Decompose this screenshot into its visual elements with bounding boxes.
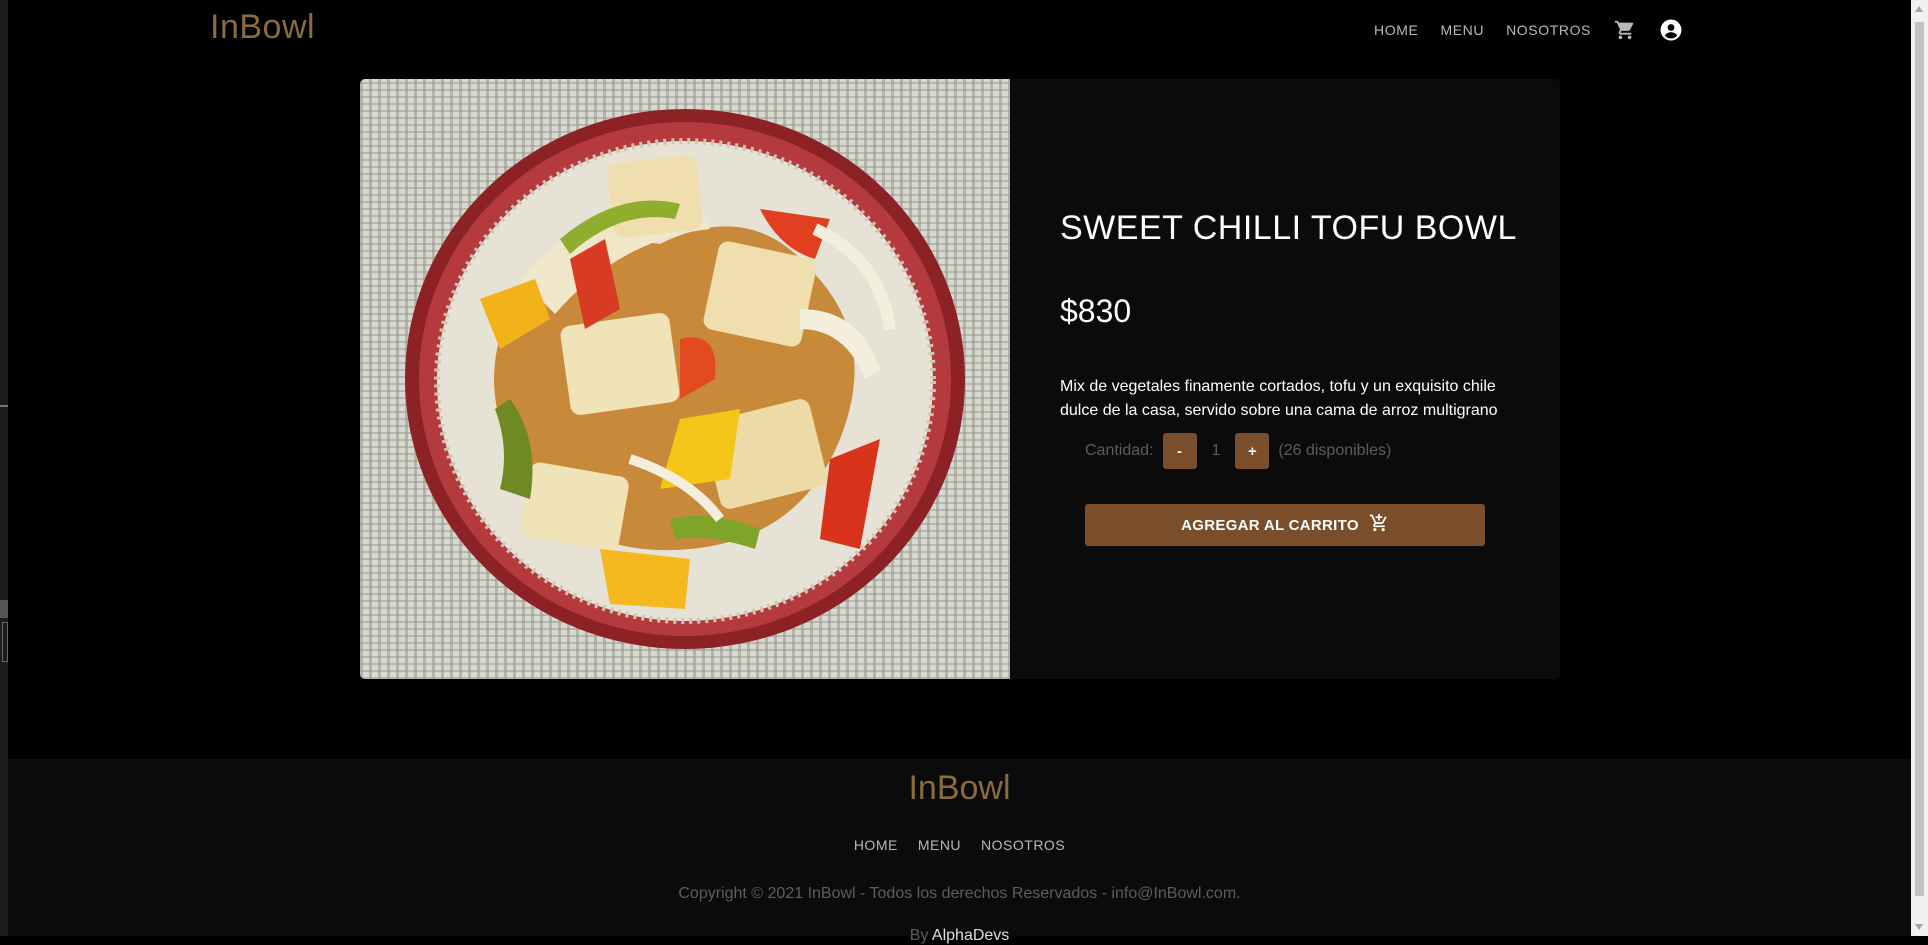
product-price: $830: [1060, 293, 1132, 329]
quantity-value: 1: [1211, 442, 1221, 459]
product-info: SWEET CHILLI TOFU BOWL $830 Mix de veget…: [1060, 79, 1520, 679]
increment-button[interactable]: +: [1235, 433, 1270, 469]
quantity-label: Cantidad:: [1085, 442, 1154, 459]
footer-link-nosotros[interactable]: NOSOTROS: [981, 837, 1065, 853]
footer-links: HOME MENU NOSOTROS: [8, 837, 1911, 853]
stock-available: (26 disponibles): [1278, 442, 1392, 459]
brand-logo[interactable]: InBowl: [210, 8, 315, 47]
vertical-scrollbar[interactable]: [1911, 0, 1928, 936]
nav-link-nosotros[interactable]: NOSOTROS: [1506, 22, 1591, 38]
quantity-selector: Cantidad: - 1 + (26 disponibles): [1085, 433, 1391, 469]
decrement-button[interactable]: -: [1162, 433, 1197, 469]
product-description: Mix de vegetales finamente cortados, tof…: [1060, 378, 1498, 419]
copyright-text: Copyright © 2021 InBowl - Todos los dere…: [678, 885, 1241, 902]
footer-link-menu[interactable]: MENU: [918, 837, 961, 853]
nav-link-menu[interactable]: MENU: [1440, 22, 1484, 38]
scroll-up-arrow-icon[interactable]: [1915, 6, 1923, 12]
account-circle-icon[interactable]: [1659, 18, 1683, 42]
footer-brand-logo[interactable]: InBowl: [8, 769, 1911, 808]
scrollbar-thumb[interactable]: [1915, 22, 1924, 896]
left-edge-strip: [0, 0, 8, 936]
footer-link-home[interactable]: HOME: [854, 837, 898, 853]
byline: By AlphaDevs: [8, 927, 1911, 945]
edge-mark: [0, 405, 8, 407]
add-to-cart-label: AGREGAR AL CARRITO: [1181, 516, 1359, 534]
product-image: [360, 79, 1010, 679]
tofu-bowl-illustration: [405, 109, 965, 649]
add-shopping-cart-icon: [1369, 513, 1389, 537]
product-card: SWEET CHILLI TOFU BOWL $830 Mix de veget…: [360, 79, 1560, 679]
scroll-down-arrow-icon[interactable]: [1915, 924, 1923, 930]
product-title: SWEET CHILLI TOFU BOWL: [1060, 209, 1517, 247]
add-to-cart-button[interactable]: AGREGAR AL CARRITO: [1085, 504, 1485, 546]
nav-link-home[interactable]: HOME: [1374, 22, 1418, 38]
edge-mark: [2, 622, 8, 662]
nav-links: HOME MENU NOSOTROS: [1374, 0, 1683, 60]
navbar: InBowl HOME MENU NOSOTROS: [0, 0, 1911, 60]
edge-mark: [0, 600, 8, 618]
footer: InBowl HOME MENU NOSOTROS Copyright © 20…: [8, 759, 1911, 944]
cart-icon[interactable]: [1613, 18, 1637, 42]
